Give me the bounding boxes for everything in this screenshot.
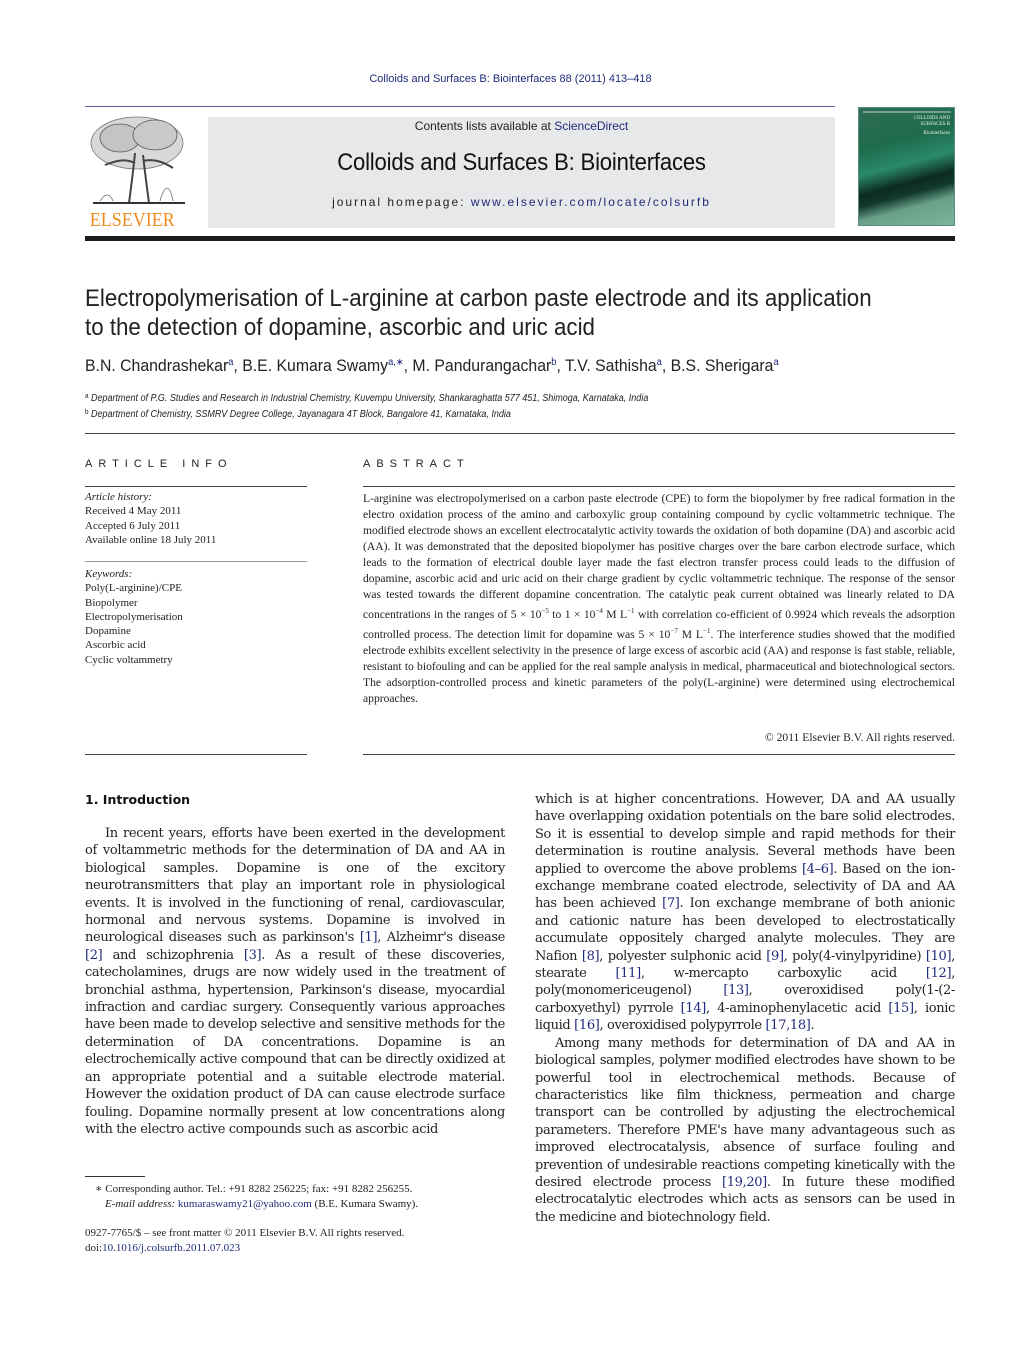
citation-link[interactable]: [13] [723, 983, 749, 998]
journal-title: Colloids and Surfaces B: Biointerfaces [337, 149, 706, 176]
article-info-divider [85, 486, 307, 487]
citation-link[interactable]: [12] [926, 966, 952, 981]
keywords: Keywords: Poly(L-arginine)/CPE Biopolyme… [85, 567, 307, 667]
body-column-right: which is at higher concentrations. Howev… [535, 791, 955, 1226]
citation-link[interactable]: [10] [926, 949, 952, 964]
homepage-prefix: journal homepage: [332, 195, 471, 209]
affiliation-marker[interactable]: a [773, 357, 778, 368]
history-label: Article history: [85, 491, 152, 503]
history-item: Accepted 6 July 2011 [85, 519, 181, 532]
paragraph: Among many methods for determination of … [535, 1035, 956, 1225]
keywords-divider [85, 561, 307, 562]
history-item: Available online 18 July 2011 [85, 533, 217, 546]
citation-link[interactable]: [9] [766, 949, 784, 964]
affiliation: b Department of Chemistry, SSMRV Degree … [85, 406, 877, 422]
sciencedirect-link[interactable]: ScienceDirect [554, 119, 628, 133]
journal-cover-thumbnail[interactable]: COLLOIDS AND SURFACES B Biointerfaces [858, 107, 955, 226]
citation-link[interactable]: [16] [574, 1018, 600, 1033]
header-thick-divider [85, 236, 955, 241]
author[interactable]: B.E. Kumara Swamy [242, 356, 388, 375]
citation-link[interactable]: [11] [616, 966, 642, 981]
keyword: Electropolymerisation [85, 610, 183, 623]
doi-link[interactable]: 10.1016/j.colsurfb.2011.07.023 [102, 1242, 240, 1254]
contents-line: Contents lists available at ScienceDirec… [208, 119, 835, 133]
affiliation-marker[interactable]: a,∗ [388, 357, 404, 368]
citation-link[interactable]: [3] [244, 948, 262, 963]
cover-title-line2: SURFACES B [920, 122, 950, 127]
section-heading-introduction: 1. Introduction [85, 792, 191, 807]
citation-link[interactable]: [15] [888, 1001, 914, 1016]
header-divider [85, 106, 835, 107]
citation-link[interactable]: [2] [85, 948, 103, 963]
elsevier-logo[interactable]: ELSEVIER [85, 113, 190, 231]
footnote-divider [85, 1176, 145, 1177]
citation-link[interactable]: [19,20] [722, 1175, 767, 1190]
affiliation-marker[interactable]: a [657, 357, 662, 368]
keywords-label: Keywords: [85, 568, 133, 580]
homepage-link[interactable]: www.elsevier.com/locate/colsurfb [471, 195, 711, 209]
history-item: Received 4 May 2011 [85, 505, 182, 518]
keyword: Cyclic voltammetry [85, 653, 173, 666]
affiliation-text: Department of Chemistry, SSMRV Degree Co… [91, 409, 511, 420]
citation-link[interactable]: [17,18] [766, 1018, 811, 1033]
citation-link[interactable]: [4–6] [802, 862, 834, 877]
citation-link[interactable]: [8] [582, 949, 600, 964]
affiliation-key: a [85, 393, 89, 400]
abstract-bottom-divider [363, 754, 955, 755]
citation-link[interactable]: [1] [360, 930, 378, 945]
footnote-contact: Corresponding author. Tel.: +91 8282 256… [102, 1183, 413, 1195]
paragraph: which is at higher concentrations. Howev… [535, 792, 956, 1034]
email-owner: (B.E. Kumara Swamy). [311, 1198, 419, 1210]
journal-citation-link[interactable]: Colloids and Surfaces B: Biointerfaces 8… [0, 73, 1021, 85]
author[interactable]: B.S. Sherigara [671, 356, 774, 375]
article-info-heading: ARTICLE INFO [85, 458, 233, 470]
journal-masthead: Contents lists available at ScienceDirec… [208, 117, 835, 228]
cover-band [863, 111, 951, 113]
contents-prefix: Contents lists available at [414, 119, 555, 133]
keyword: Ascorbic acid [85, 639, 146, 652]
author[interactable]: B.N. Chandrashekar [85, 356, 228, 375]
body-column-left: In recent years, efforts have been exert… [85, 825, 505, 1138]
author-list: B.N. Chandrashekara, B.E. Kumara Swamya,… [85, 356, 779, 375]
author[interactable]: T.V. Sathisha [565, 356, 657, 375]
article-title-line2: to the detection of dopamine, ascorbic a… [85, 314, 595, 341]
front-matter: 0927-7765/$ – see front matter © 2011 El… [85, 1226, 515, 1256]
tree-icon [90, 116, 185, 204]
affiliation: a Department of P.G. Studies and Researc… [85, 390, 877, 406]
paragraph: In recent years, efforts have been exert… [85, 826, 506, 1137]
cover-subtitle: Biointerfaces [923, 131, 950, 136]
abstract-heading: ABSTRACT [363, 458, 470, 470]
article-info-bottom-divider [85, 754, 307, 755]
affiliation-text: Department of P.G. Studies and Research … [91, 393, 649, 404]
keyword: Poly(L-arginine)/CPE [85, 582, 182, 595]
abstract-copyright: © 2011 Elsevier B.V. All rights reserved… [764, 731, 955, 744]
abstract-divider [363, 486, 955, 487]
doi-label: doi: [85, 1242, 103, 1254]
author[interactable]: M. Pandurangachar [412, 356, 551, 375]
email-link[interactable]: kumaraswamy21@yahoo.com [178, 1198, 312, 1210]
article-title: Electropolymerisation of L-arginine at c… [85, 284, 903, 342]
affiliation-key: b [85, 409, 89, 416]
front-matter-text: 0927-7765/$ – see front matter © 2011 El… [85, 1227, 405, 1239]
email-label: E-mail address: [105, 1198, 176, 1210]
affiliations: a Department of P.G. Studies and Researc… [85, 390, 877, 422]
title-divider [85, 433, 955, 434]
affiliation-marker[interactable]: b [551, 357, 556, 368]
article-history: Article history: Received 4 May 2011 Acc… [85, 490, 307, 547]
affiliation-marker[interactable]: a [228, 357, 233, 368]
keyword: Biopolymer [85, 596, 138, 609]
keyword: Dopamine [85, 625, 131, 638]
abstract-text: L-arginine was electropolymerised on a c… [363, 492, 956, 705]
cover-title: COLLOIDS AND SURFACES B Biointerfaces [913, 116, 950, 137]
article-title-line1: Electropolymerisation of L-arginine at c… [85, 285, 872, 312]
citation-link[interactable]: [7] [662, 896, 680, 911]
elsevier-wordmark: ELSEVIER [89, 209, 175, 231]
corresponding-author-footnote: ∗ Corresponding author. Tel.: +91 8282 2… [95, 1182, 515, 1212]
citation-link[interactable]: [14] [681, 1001, 707, 1016]
homepage-line: journal homepage: www.elsevier.com/locat… [208, 195, 835, 209]
